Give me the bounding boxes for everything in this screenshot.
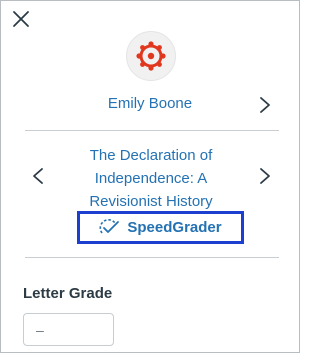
divider (25, 130, 279, 131)
student-navigation: Emily Boone (1, 93, 299, 117)
chevron-left-icon (33, 168, 43, 184)
grading-panel: Emily Boone The Declaration of Independe… (0, 0, 300, 353)
chevron-right-icon (260, 97, 270, 113)
divider (25, 257, 279, 258)
speedgrader-highlight: SpeedGrader (77, 211, 244, 244)
previous-assignment-button[interactable] (31, 167, 45, 185)
assignment-title[interactable]: The Declaration of Independence: A Revis… (61, 144, 241, 213)
next-student-button[interactable] (258, 96, 272, 114)
next-assignment-button[interactable] (258, 167, 272, 185)
letter-grade-input[interactable] (23, 313, 114, 346)
speedgrader-button[interactable]: SpeedGrader (84, 217, 237, 238)
canvas-logo-icon (136, 41, 166, 71)
chevron-right-icon (260, 168, 270, 184)
close-button[interactable] (11, 9, 31, 29)
speedgrader-label: SpeedGrader (127, 219, 222, 236)
speedgrader-icon (99, 218, 120, 233)
avatar (126, 31, 176, 81)
close-icon (13, 11, 29, 27)
student-name[interactable]: Emily Boone (1, 95, 299, 112)
letter-grade-label: Letter Grade (23, 285, 113, 302)
